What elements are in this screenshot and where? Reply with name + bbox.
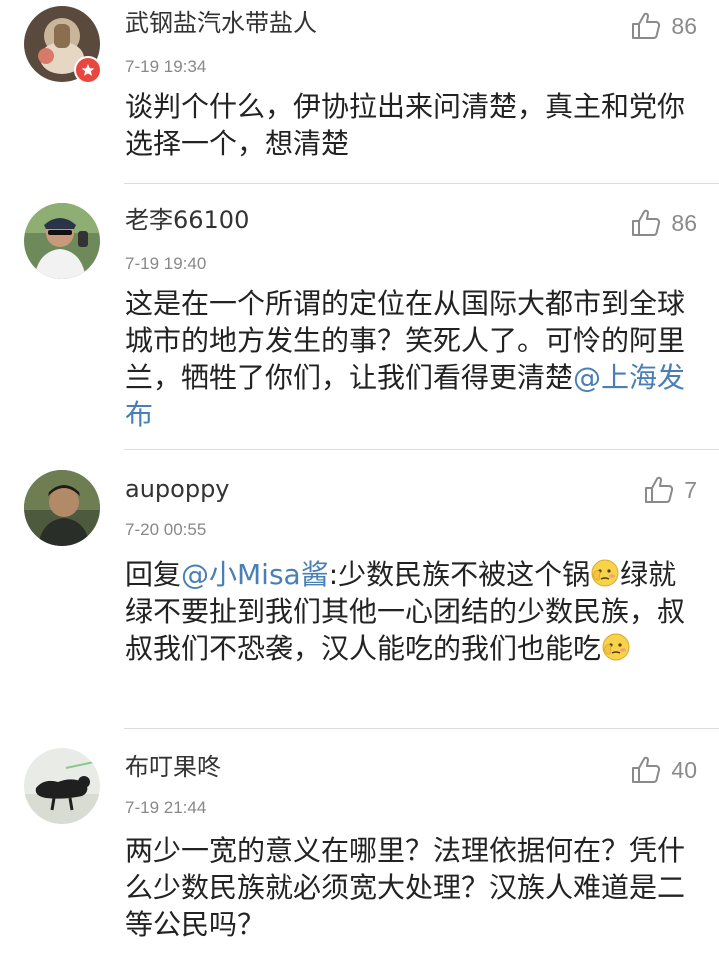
username[interactable]: aupoppy (125, 474, 230, 504)
comment-text: 谈判个什么，伊协拉出来问清楚，真主和党你选择一个，想清楚 (125, 90, 686, 160)
shy-face-emoji (602, 633, 630, 661)
comment-text: 这是在一个所谓的定位在从国际大都市到全球城市的地方发生的事？笑死人了。可怜的阿里… (125, 285, 699, 433)
like-count: 7 (684, 476, 697, 503)
like-count: 86 (671, 12, 697, 39)
timestamp: 7-20 00:55 (125, 520, 207, 539)
thumbs-up-icon (632, 12, 661, 39)
username[interactable]: 武钢盐汽水带盐人 (125, 8, 317, 38)
avatar[interactable] (24, 748, 100, 824)
like-button[interactable]: 40 (631, 756, 697, 784)
username[interactable]: 布叮果咚 (125, 752, 221, 782)
thumbs-up-icon (632, 209, 661, 236)
reply-prefix: 回复 (125, 558, 182, 591)
divider (124, 183, 719, 184)
like-button[interactable]: 7 (644, 476, 697, 504)
comment-text: 两少一宽的意义在哪里？法理依据何在？凭什么少数民族就必须宽大处理？汉族人难道是二… (125, 834, 686, 941)
shy-face-emoji (591, 559, 619, 587)
mention-link[interactable]: @小Misa酱 (181, 558, 329, 591)
comment-text-body: :少数民族不被这个锅 (328, 558, 591, 591)
avatar[interactable] (24, 203, 100, 279)
divider (124, 728, 719, 729)
username[interactable]: 老李66100 (125, 205, 249, 235)
comment-text: 回复@小Misa酱:少数民族不被这个锅 绿就绿不要扯到我们其他一心团结的少数民族，… (125, 556, 699, 667)
comment-item: 布叮果咚 40 7-19 21:44 两少一宽的意义在哪里？法理依据何在？凭什么… (0, 730, 719, 957)
comment-item: 老李66100 86 7-19 19:40 这是在一个所谓的定位在从国际大都市到… (0, 185, 719, 450)
timestamp: 7-19 19:34 (125, 57, 207, 76)
thumbs-up-icon (645, 476, 674, 503)
avatar[interactable] (24, 470, 100, 546)
like-count: 86 (671, 209, 697, 236)
timestamp: 7-19 19:40 (125, 254, 207, 273)
like-count: 40 (671, 756, 697, 783)
thumbs-up-icon (632, 756, 661, 783)
like-button[interactable]: 86 (631, 209, 697, 237)
timestamp: 7-19 21:44 (125, 798, 207, 817)
like-button[interactable]: 86 (631, 12, 697, 40)
v-badge-icon (74, 56, 102, 84)
comment-item: 武钢盐汽水带盐人 86 7-19 19:34 谈判个什么，伊协拉出来问清楚，真主… (0, 0, 719, 185)
comment-item: aupoppy 7 7-20 00:55 回复@小Misa酱:少数民族不被这个锅… (0, 450, 719, 730)
